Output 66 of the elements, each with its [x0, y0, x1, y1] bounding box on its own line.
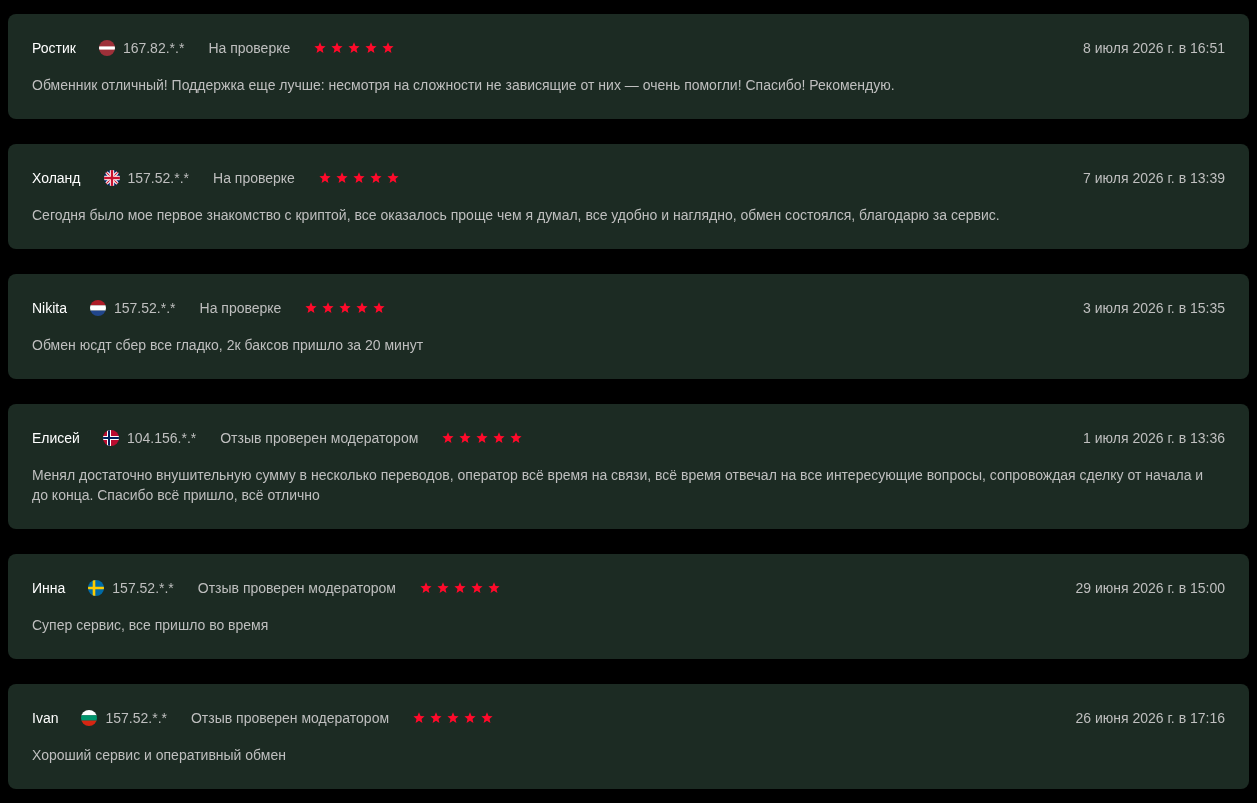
star-icon: [322, 302, 335, 314]
ip-address: 157.52.*.*: [112, 579, 174, 598]
review-status: На проверке: [208, 39, 291, 58]
star-icon: [339, 302, 352, 314]
star-icon: [481, 712, 494, 724]
star-icon: [335, 172, 348, 184]
star-icon: [510, 432, 523, 444]
review-status: Отзыв проверен модератором: [220, 429, 419, 448]
star-icon: [305, 302, 318, 314]
star-icon: [464, 712, 477, 724]
star-icon: [459, 432, 472, 444]
star-icon: [382, 42, 395, 54]
star-icon: [470, 582, 483, 594]
star-icon: [436, 582, 449, 594]
star-icon: [365, 42, 378, 54]
flag-icon: [103, 170, 120, 186]
flag-icon: [102, 430, 119, 446]
star-icon: [356, 302, 369, 314]
review-text: Сегодня было мое первое знакомство с криптой, все оказалось проще чем я думал, все удобно и наглядно, обмен состоялся, благодарю за сервис.: [32, 206, 1001, 225]
review-status: На проверке: [213, 169, 295, 188]
flag-icon: [90, 300, 106, 316]
star-icon: [386, 172, 399, 184]
ip-address: 104.156.*.*: [126, 429, 197, 448]
review-status: Отзыв проверен модератором: [197, 579, 396, 598]
star-icon: [430, 712, 443, 724]
ip-address: 157.52.*.*: [127, 169, 189, 188]
review-date: 7 июля 2026 г. в 13:39: [1083, 169, 1225, 188]
review-text: Супер сервис, все пришло во время: [32, 616, 270, 635]
star-icon: [352, 172, 365, 184]
review-date: 26 июня 2026 г. в 17:16: [1075, 709, 1225, 728]
reviewer-name: Холанд: [32, 169, 81, 188]
review-date: 8 июля 2026 г. в 16:51: [1083, 39, 1225, 58]
reviewer-name: Елисей: [32, 429, 80, 448]
review-status: Отзыв проверен модератором: [190, 709, 390, 728]
star-icon: [369, 172, 382, 184]
ip-address: 167.82.*.*: [122, 39, 185, 58]
ip-address: 157.52.*.*: [114, 299, 176, 318]
flag-icon: [88, 580, 105, 596]
star-icon: [373, 302, 386, 314]
review-date: 29 июня 2026 г. в 15:00: [1075, 579, 1225, 598]
reviewer-name: Ivan: [32, 709, 59, 728]
star-icon: [318, 172, 331, 184]
review-text: Обмен юсдт сбер все гладко, 2к баксов пришло за 20 минут: [32, 336, 425, 355]
star-icon: [447, 712, 460, 724]
review-text: Хороший сервис и оперативный обмен: [32, 746, 287, 765]
star-icon: [348, 42, 361, 54]
star-icon: [314, 42, 327, 54]
star-icon: [487, 582, 500, 594]
flag-icon: [81, 710, 98, 726]
star-icon: [413, 712, 426, 724]
ip-address: 157.52.*.*: [105, 709, 167, 728]
review-date: 3 июля 2026 г. в 15:35: [1083, 299, 1225, 318]
star-icon: [419, 582, 432, 594]
reviewer-name: Ростик: [32, 39, 76, 58]
review-text: Обменник отличный! Поддержка еще лучше: несмотря на сложности не зависящие от них — очень помогли! Спасибо! Рекомендую.: [32, 76, 896, 95]
review-date: 1 июля 2026 г. в 13:36: [1083, 429, 1225, 448]
star-icon: [476, 432, 489, 444]
review-status: На проверке: [199, 299, 282, 318]
reviewer-name: Инна: [32, 579, 66, 598]
star-icon: [493, 432, 506, 444]
reviewer-name: Nikita: [32, 299, 67, 318]
star-icon: [442, 432, 455, 444]
flag-icon: [98, 40, 115, 56]
star-icon: [453, 582, 466, 594]
star-icon: [331, 42, 344, 54]
review-text: Менял достаточно внушительную сумму в несколько переводов, оператор всё время на связи, всё время отвечал на все интересующие вопросы, сопровождая сделку от начала и до конца. Спасибо всё пришло, всё отлично: [32, 466, 1205, 505]
